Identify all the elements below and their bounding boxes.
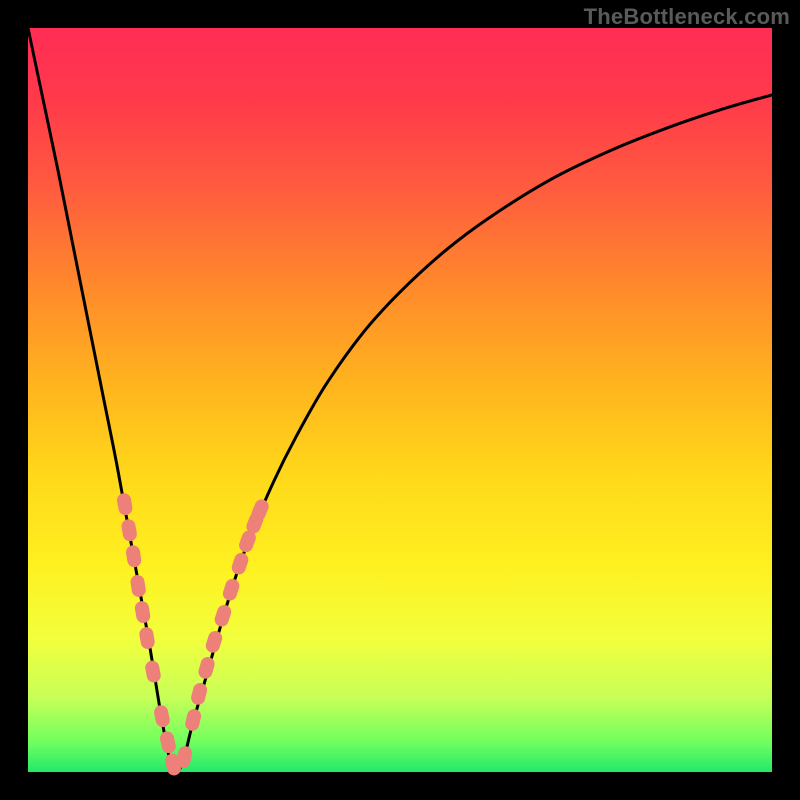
curve-marker (221, 577, 241, 602)
left-branch-markers (116, 492, 182, 777)
bottleneck-curve (28, 28, 772, 772)
curve-marker (138, 626, 156, 650)
curve-marker (129, 574, 146, 598)
curve-marker (120, 518, 138, 542)
right-branch-markers (175, 497, 271, 769)
curve-marker (197, 655, 217, 680)
watermark-text: TheBottleneck.com (584, 4, 790, 30)
curve-marker (153, 704, 171, 728)
chart-svg (0, 0, 800, 800)
curve-marker (125, 544, 142, 568)
curve-marker (116, 492, 134, 516)
curve-marker (134, 600, 152, 624)
curve-marker (190, 681, 209, 706)
curve-marker (159, 730, 178, 755)
curve-marker (144, 659, 162, 683)
curve-marker (204, 629, 224, 654)
curve-marker (230, 551, 250, 576)
curve-marker (213, 603, 233, 628)
curve-marker (184, 708, 203, 733)
